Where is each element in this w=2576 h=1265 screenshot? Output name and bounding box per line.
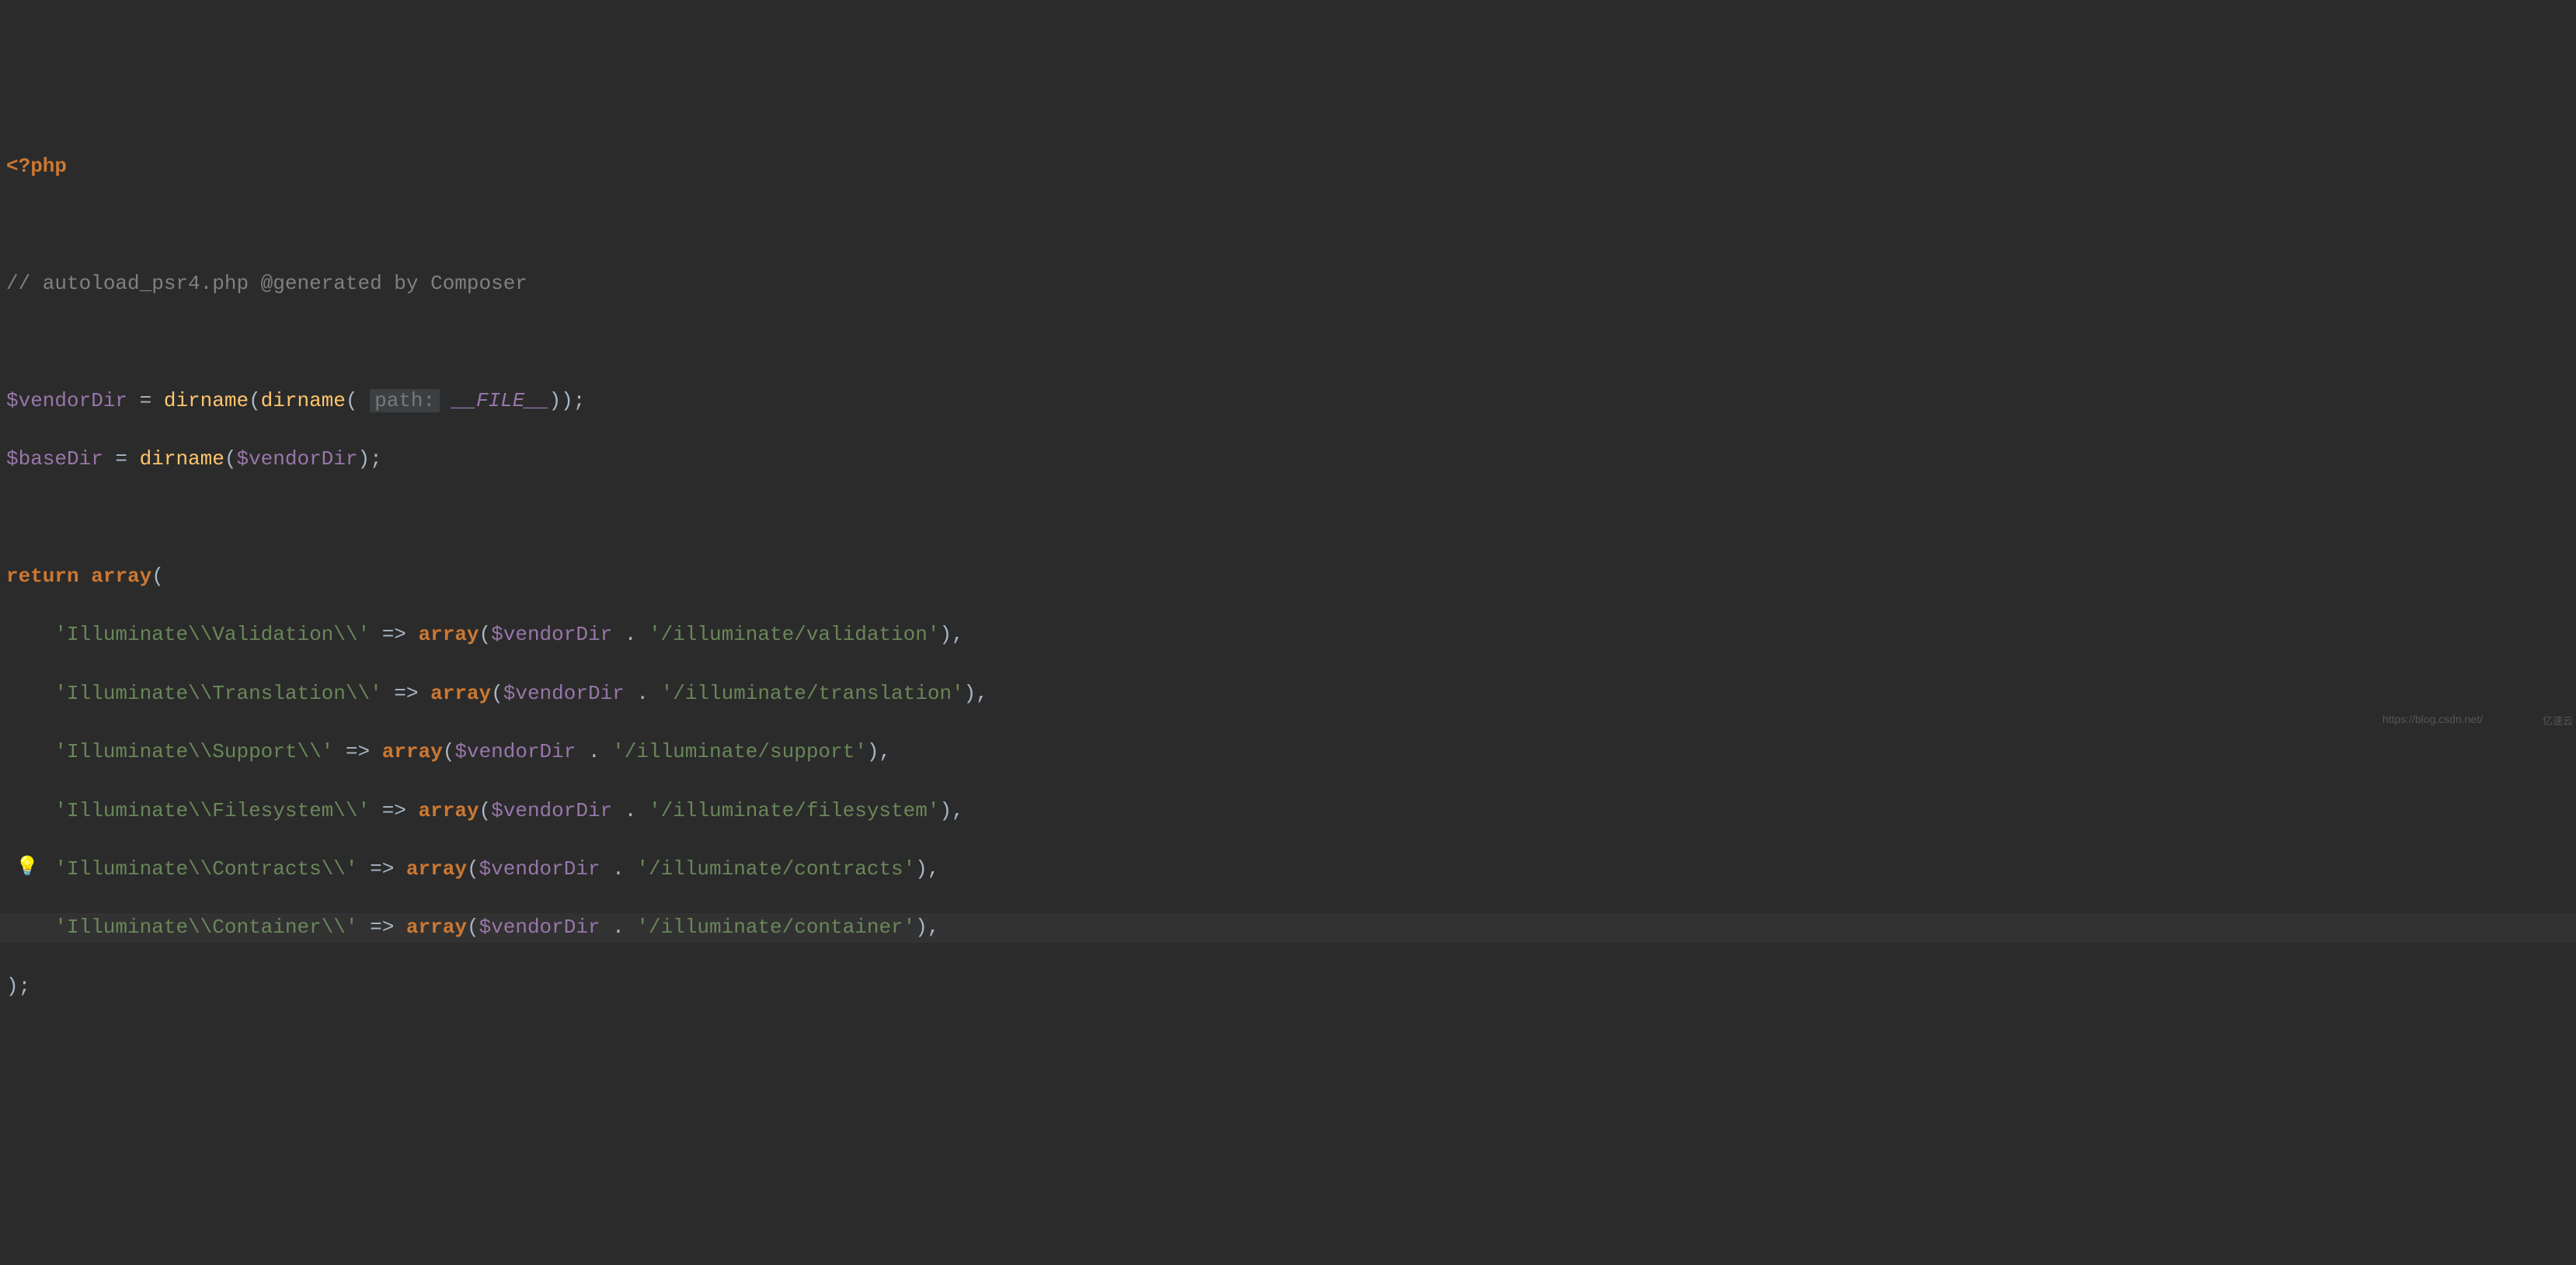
code-line-return: return array( bbox=[6, 562, 2576, 592]
comment-text: // autoload_psr4.php @generated by Compo… bbox=[6, 272, 527, 295]
array-key: 'Illuminate\\Translation\\' bbox=[54, 682, 381, 705]
watermark-text: https://blog.csdn.net/ bbox=[2383, 711, 2483, 727]
variable: $vendorDir bbox=[6, 389, 127, 412]
array-key: 'Illuminate\\Container\\' bbox=[54, 916, 357, 939]
code-line-entry: 💡 'Illuminate\\Contracts\\' => array($ve… bbox=[6, 855, 2576, 884]
array-key: 'Illuminate\\Filesystem\\' bbox=[54, 799, 370, 822]
path-string: '/illuminate/support' bbox=[612, 740, 867, 763]
lightbulb-icon[interactable]: 💡 bbox=[16, 855, 39, 882]
code-line-entry: 'Illuminate\\Support\\' => array($vendor… bbox=[6, 738, 2576, 767]
array-key: 'Illuminate\\Contracts\\' bbox=[54, 857, 357, 881]
path-string: '/illuminate/translation' bbox=[661, 682, 964, 705]
code-line: <?php bbox=[6, 152, 2576, 182]
keyword-return: return bbox=[6, 565, 79, 588]
path-string: '/illuminate/validation' bbox=[649, 623, 939, 646]
code-line-entry-active: 'Illuminate\\Container\\' => array($vend… bbox=[0, 913, 2576, 943]
code-line-blank bbox=[6, 211, 2576, 241]
variable: $baseDir bbox=[6, 447, 103, 471]
keyword-array: array bbox=[91, 565, 151, 588]
path-string: '/illuminate/container' bbox=[636, 916, 915, 939]
path-string: '/illuminate/filesystem' bbox=[649, 799, 939, 822]
code-line-comment: // autoload_psr4.php @generated by Compo… bbox=[6, 269, 2576, 299]
code-line-close: ); bbox=[6, 972, 2576, 1002]
code-line-base: $baseDir = dirname($vendorDir); bbox=[6, 445, 2576, 474]
code-line-vendor: $vendorDir = dirname(dirname( path: __FI… bbox=[6, 387, 2576, 416]
parameter-hint: path: bbox=[370, 389, 440, 412]
code-line-entry: 'Illuminate\\Validation\\' => array($ven… bbox=[6, 620, 2576, 650]
array-key: 'Illuminate\\Validation\\' bbox=[54, 623, 370, 646]
code-line-entry: 'Illuminate\\Translation\\' => array($ve… bbox=[6, 679, 2576, 709]
php-open-tag: <?php bbox=[6, 155, 67, 178]
code-editor[interactable]: <?php // autoload_psr4.php @generated by… bbox=[6, 123, 2576, 1030]
code-line-blank bbox=[6, 328, 2576, 358]
magic-constant: __FILE__ bbox=[452, 389, 549, 412]
path-string: '/illuminate/contracts' bbox=[636, 857, 915, 881]
corner-badge: 亿速云 bbox=[2543, 715, 2573, 730]
code-line-blank bbox=[6, 504, 2576, 533]
code-line-entry: 'Illuminate\\Filesystem\\' => array($ven… bbox=[6, 797, 2576, 826]
array-key: 'Illuminate\\Support\\' bbox=[54, 740, 333, 763]
